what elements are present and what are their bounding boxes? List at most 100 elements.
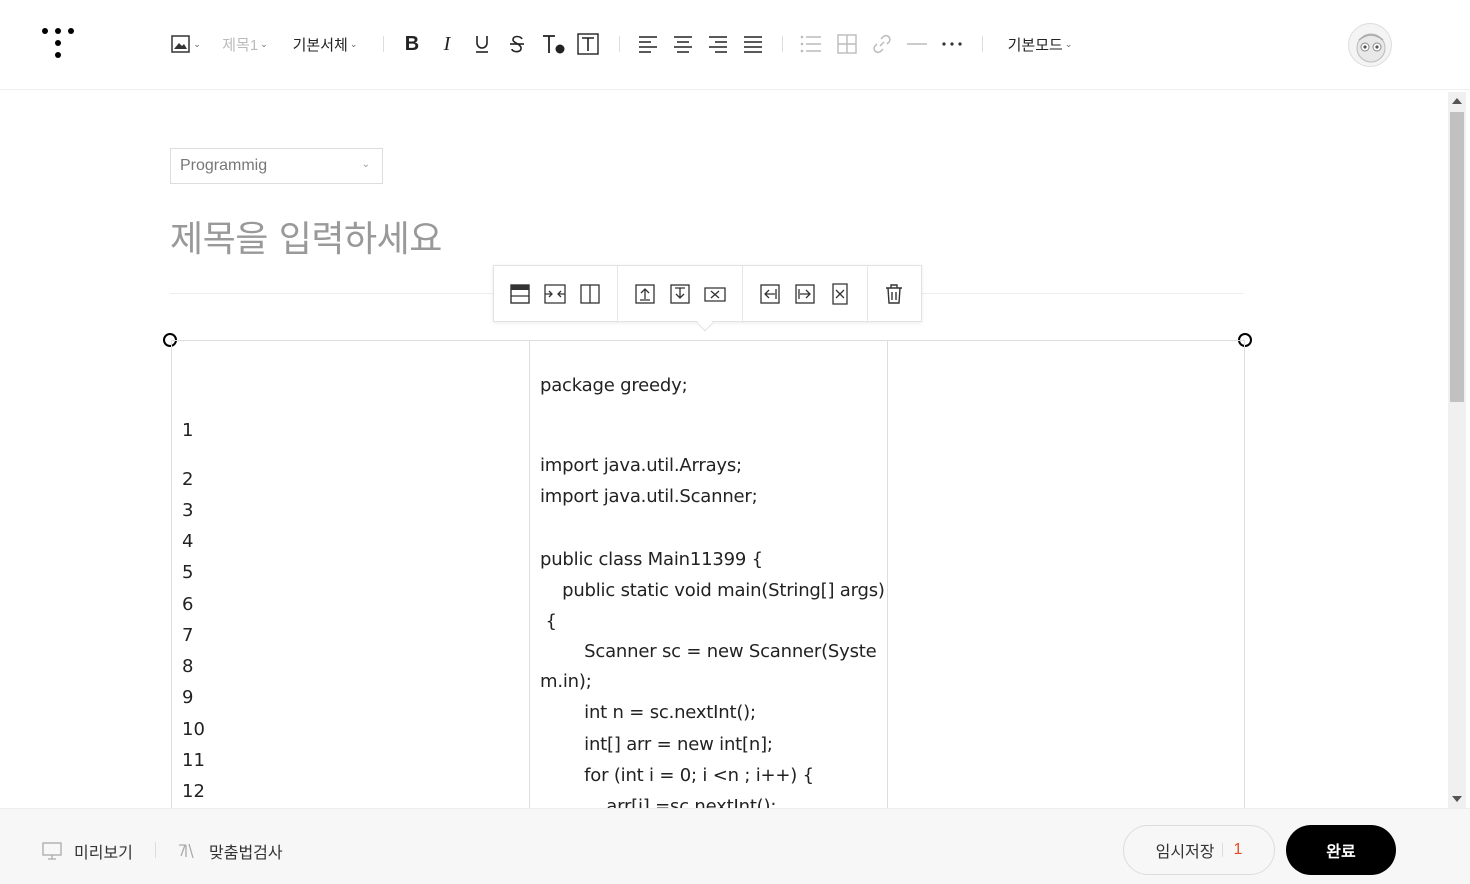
align-left-button[interactable] xyxy=(636,30,660,58)
spellcheck-button[interactable]: 맞춤법검사 xyxy=(177,839,283,863)
align-justify-button[interactable] xyxy=(741,30,765,58)
chevron-down-icon: ⌄ xyxy=(349,38,358,49)
code-line[interactable]: for (int i = 0; i <n ; i++) { xyxy=(540,765,814,786)
line-number: 6 xyxy=(182,594,194,615)
code-line[interactable]: int[] arr = new int[n]; xyxy=(540,734,773,755)
code-line[interactable]: public class Main11399 { xyxy=(540,549,763,570)
align-center-button[interactable] xyxy=(671,30,695,58)
strikethrough-icon xyxy=(510,35,524,53)
table-border-col2 xyxy=(887,341,888,811)
scrollbar-thumb[interactable] xyxy=(1450,112,1464,402)
more-button[interactable] xyxy=(940,30,964,58)
list-button[interactable] xyxy=(799,30,823,58)
insert-column-right-button[interactable] xyxy=(793,282,817,306)
text-color-button[interactable] xyxy=(540,30,566,58)
table-header-button[interactable] xyxy=(508,282,532,306)
insert-row-below-icon xyxy=(670,284,690,304)
text-background-button[interactable] xyxy=(576,30,600,58)
merge-cells-button[interactable] xyxy=(543,282,567,306)
split-cells-button[interactable] xyxy=(578,282,602,306)
avatar-face-icon xyxy=(1356,33,1386,63)
delete-column-icon xyxy=(832,283,848,305)
delete-row-icon xyxy=(704,287,726,302)
bottom-action-bar: 미리보기 맞춤법검사 임시저장 1 완료 xyxy=(0,808,1470,884)
table-button[interactable] xyxy=(835,30,859,58)
text-background-icon xyxy=(577,33,599,55)
delete-column-button[interactable] xyxy=(828,282,852,306)
delete-row-button[interactable] xyxy=(703,282,727,306)
insert-column-left-button[interactable] xyxy=(758,282,782,306)
line-number: 12 xyxy=(182,781,205,802)
preview-label: 미리보기 xyxy=(74,845,133,862)
mode-dropdown[interactable]: 기본모드 ⌄ xyxy=(1002,30,1078,58)
line-number: 8 xyxy=(182,656,194,677)
table-icon xyxy=(837,34,857,54)
heading-label: 제목1 xyxy=(222,36,259,54)
underline-icon xyxy=(476,36,488,53)
code-line[interactable]: import java.util.Scanner; xyxy=(540,486,758,507)
underline-button[interactable] xyxy=(470,30,494,58)
line-number: 10 xyxy=(182,719,205,740)
chevron-down-icon: ⌄ xyxy=(193,38,201,49)
italic-button[interactable]: I xyxy=(435,30,459,58)
chevron-down-icon: ⌄ xyxy=(361,159,370,170)
split-cells-icon xyxy=(580,284,600,304)
category-value: Programmig xyxy=(180,157,268,174)
spellcheck-label: 맞춤법검사 xyxy=(209,845,283,862)
line-number: 4 xyxy=(182,531,194,552)
align-right-button[interactable] xyxy=(706,30,730,58)
insert-row-below-button[interactable] xyxy=(668,282,692,306)
code-line[interactable]: package greedy; xyxy=(540,375,688,396)
heading-dropdown[interactable]: 제목1 ⌄ xyxy=(218,30,272,58)
image-icon xyxy=(171,35,190,53)
table-edit-toolbar xyxy=(493,265,922,332)
code-line[interactable]: Scanner sc = new Scanner(Syste xyxy=(540,641,877,662)
bold-icon: B xyxy=(404,32,420,55)
save-draft-button[interactable]: 임시저장 1 xyxy=(1123,825,1275,875)
line-number: 11 xyxy=(182,750,205,771)
align-center-icon xyxy=(674,36,692,53)
insert-column-left-icon xyxy=(760,284,780,304)
insert-row-above-icon xyxy=(635,284,655,304)
line-number: 7 xyxy=(182,625,194,646)
italic-icon: I xyxy=(443,32,451,55)
strikethrough-button[interactable] xyxy=(505,30,529,58)
preview-button[interactable]: 미리보기 xyxy=(42,839,133,863)
code-line[interactable]: public static void main(String[] args) xyxy=(540,580,885,601)
spellcheck-icon xyxy=(179,843,194,859)
align-right-icon xyxy=(709,36,727,53)
category-select[interactable]: Programmig ⌄ xyxy=(170,148,383,184)
font-label: 기본서체 xyxy=(292,36,348,54)
toolbar-pointer xyxy=(696,314,714,332)
code-line[interactable]: m.in); xyxy=(540,671,592,692)
chevron-down-icon: ⌄ xyxy=(260,38,268,49)
post-title-input[interactable]: 제목을 입력하세요 xyxy=(170,210,442,262)
more-icon xyxy=(942,42,962,46)
line-number: 1 xyxy=(182,420,194,441)
link-button[interactable] xyxy=(870,30,894,58)
align-justify-icon xyxy=(744,36,762,53)
table-border-col1 xyxy=(529,341,530,811)
chevron-down-icon: ⌄ xyxy=(1064,38,1073,49)
user-avatar[interactable] xyxy=(1348,23,1392,67)
code-line[interactable]: { xyxy=(540,611,557,632)
delete-table-button[interactable] xyxy=(882,282,906,306)
horizontal-line-button[interactable] xyxy=(905,30,929,58)
table-border-left xyxy=(171,341,172,811)
vertical-scrollbar[interactable] xyxy=(1448,92,1466,808)
code-line[interactable]: import java.util.Arrays; xyxy=(540,455,742,476)
monitor-icon xyxy=(42,842,62,860)
publish-done-button[interactable]: 완료 xyxy=(1286,825,1396,875)
tistory-logo-icon[interactable] xyxy=(42,28,76,62)
insert-image-button[interactable]: ⌄ xyxy=(168,30,204,58)
code-line[interactable]: int n = sc.nextInt(); xyxy=(540,702,756,723)
line-number: 3 xyxy=(182,500,194,521)
text-color-icon xyxy=(543,35,565,54)
scroll-down-icon[interactable] xyxy=(1452,796,1462,802)
font-dropdown[interactable]: 기본서체 ⌄ xyxy=(287,30,363,58)
line-number: 9 xyxy=(182,687,194,708)
scroll-up-icon[interactable] xyxy=(1452,98,1462,104)
insert-column-right-icon xyxy=(795,284,815,304)
bold-button[interactable]: B xyxy=(400,30,424,58)
insert-row-above-button[interactable] xyxy=(633,282,657,306)
